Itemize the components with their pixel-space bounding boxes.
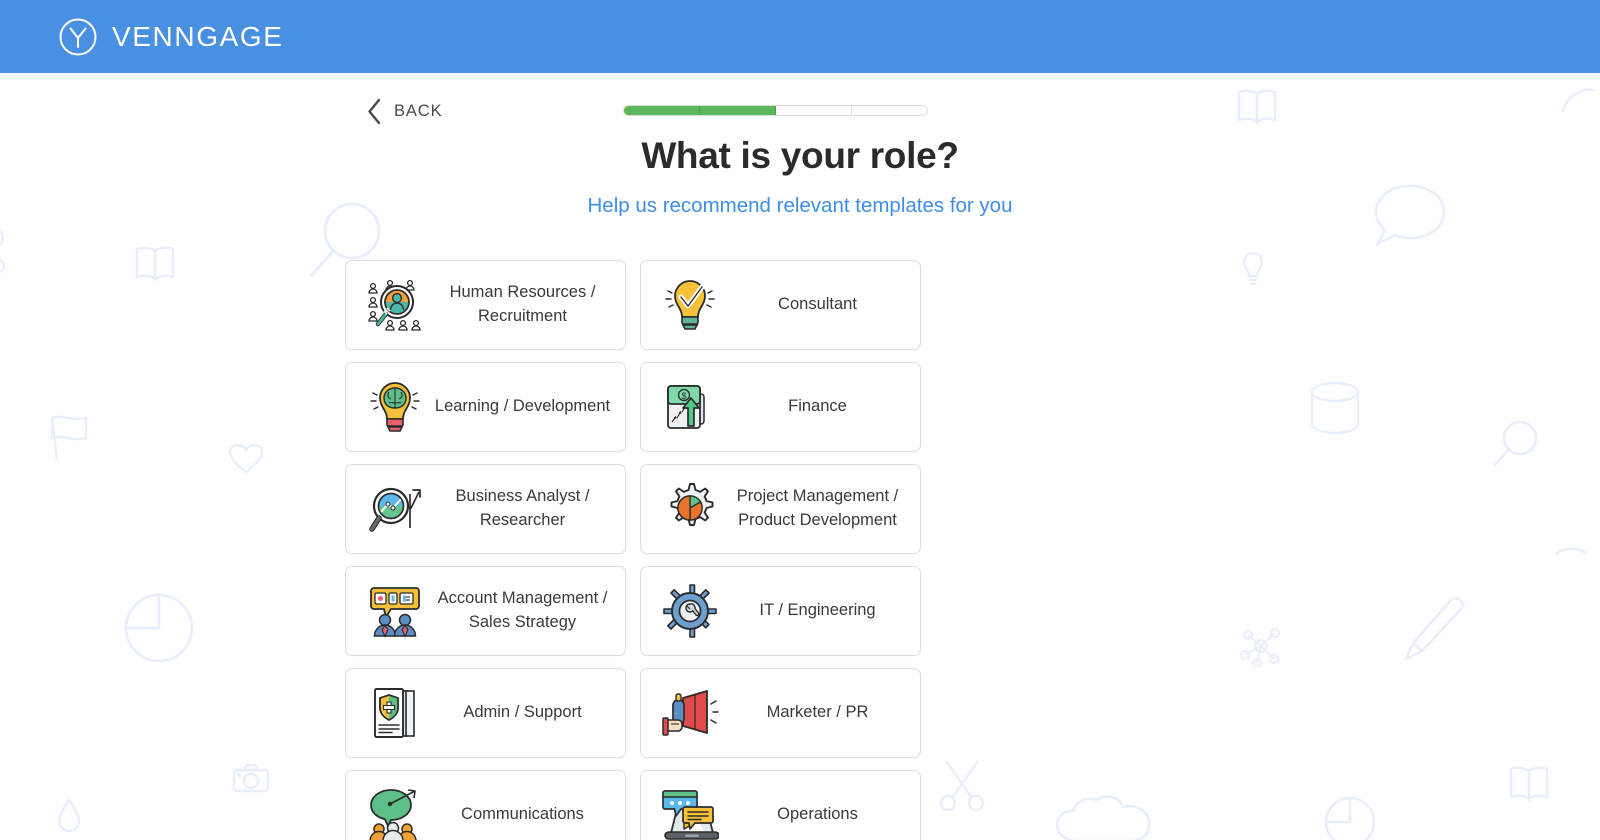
- progress-segment-3: [776, 106, 852, 115]
- role-card-label: Human Resources / Recruitment: [449, 283, 596, 325]
- speech-bubble-two-people-icon: [362, 580, 428, 642]
- role-card-label: Finance: [788, 397, 847, 416]
- brand-name: VENNGAGE: [112, 20, 284, 52]
- role-card-label: Marketer / PR: [766, 703, 869, 722]
- cylinder-icon: [1310, 381, 1360, 435]
- cylinder-icon: [1555, 547, 1587, 556]
- magnifier-icon: [1493, 420, 1538, 467]
- app-header: VENNGAGE: [0, 0, 1600, 73]
- droplet-icon: [57, 797, 81, 833]
- circles-icon: [0, 229, 6, 273]
- role-card-finance[interactable]: $ Finance: [640, 362, 921, 452]
- onboarding-progress-bar: [623, 105, 928, 116]
- title-block: What is your role? Help us recommend rel…: [0, 134, 1600, 218]
- role-card-marketer-pr[interactable]: Marketer / PR: [640, 668, 921, 758]
- role-card-label: Consultant: [778, 295, 857, 314]
- lightbulb-check-icon: [657, 274, 723, 336]
- speech-bubble-target-people-icon: [362, 784, 428, 840]
- gear-wrench-icon: [657, 580, 723, 642]
- book-icon: [135, 246, 175, 282]
- camera-icon: [232, 763, 270, 793]
- role-card-project-management-product-development[interactable]: Project Management / Product Development: [640, 464, 921, 554]
- role-card-human-resources-recruitment[interactable]: Human Resources / Recruitment: [345, 260, 626, 350]
- back-button-label: BACK: [394, 102, 443, 120]
- onboarding-topbar: BACK: [0, 96, 1600, 130]
- role-card-admin-support[interactable]: Admin / Support: [345, 668, 626, 758]
- back-button[interactable]: BACK: [362, 96, 447, 127]
- role-card-label: Project Management / Product Development: [736, 487, 899, 529]
- hr-magnifier-people-icon: [362, 274, 428, 336]
- network-nodes-icon: [1240, 627, 1281, 667]
- brand-logo[interactable]: VENNGAGE: [58, 17, 284, 57]
- role-card-operations[interactable]: Operations: [640, 770, 921, 840]
- flag-icon: [50, 415, 88, 461]
- gear-pie-chart-icon: [657, 478, 723, 540]
- chevron-left-icon: [368, 98, 381, 125]
- book-icon: [1509, 766, 1549, 802]
- role-card-communications[interactable]: Communications: [345, 770, 626, 840]
- role-card-label: Admin / Support: [463, 703, 582, 722]
- document-shield-icon: [362, 682, 428, 744]
- role-card-account-management-sales-strategy[interactable]: Account Management / Sales Strategy: [345, 566, 626, 656]
- pie-chart-icon: [124, 593, 194, 663]
- lightbulb-brain-icon: [362, 376, 428, 438]
- progress-segment-4: [852, 106, 927, 115]
- pie-chart-icon: [1324, 796, 1376, 840]
- role-card-label: Business Analyst / Researcher: [455, 487, 590, 529]
- progress-segment-1: [624, 106, 700, 115]
- page-subtitle: Help us recommend relevant templates for…: [587, 194, 1013, 218]
- role-card-label: Account Management / Sales Strategy: [437, 589, 608, 631]
- money-growth-chart-icon: $: [657, 376, 723, 438]
- role-grid: Human Resources / Recruitment Consultant…: [345, 260, 1215, 840]
- megaphone-hand-icon: [657, 682, 723, 744]
- role-card-label: IT / Engineering: [759, 601, 876, 620]
- role-card-it-engineering[interactable]: IT / Engineering: [640, 566, 921, 656]
- role-card-learning-development[interactable]: Learning / Development: [345, 362, 626, 452]
- svg-text:$: $: [681, 391, 686, 401]
- role-card-label: Communications: [461, 805, 584, 824]
- role-card-label: Learning / Development: [434, 397, 611, 416]
- venngage-circle-logo-icon: [59, 18, 97, 55]
- lightbulb-icon: [1242, 251, 1264, 286]
- pen-icon: [1403, 597, 1465, 662]
- heart-icon: [228, 443, 264, 474]
- onboarding-screen: VENNGAGE BACK What is your role? Help us…: [0, 0, 1600, 840]
- laptop-chat-icon: [657, 784, 723, 840]
- role-card-label: Operations: [777, 805, 858, 824]
- progress-segment-2: [700, 106, 776, 115]
- page-title: What is your role?: [641, 135, 959, 176]
- role-card-business-analyst-researcher[interactable]: Business Analyst / Researcher: [345, 464, 626, 554]
- role-card-consultant[interactable]: Consultant: [640, 260, 921, 350]
- magnifier-chart-icon: [362, 478, 428, 540]
